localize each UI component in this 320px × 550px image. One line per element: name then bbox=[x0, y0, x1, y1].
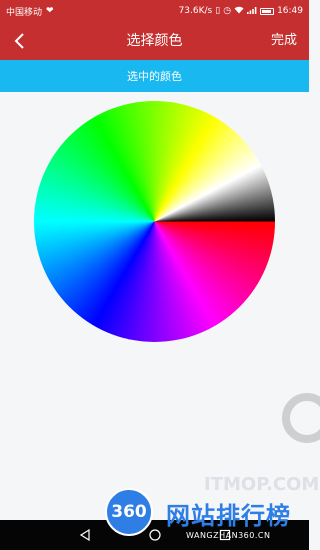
network-speed: 73.6K/s bbox=[178, 6, 213, 16]
slider-handle[interactable] bbox=[282, 393, 320, 443]
page-title: 选择颜色 bbox=[126, 33, 183, 49]
signal-icon bbox=[247, 6, 257, 17]
wifi-icon bbox=[234, 6, 244, 17]
carrier-label: 中国移动 bbox=[6, 7, 43, 18]
done-button[interactable]: 完成 bbox=[271, 22, 297, 60]
status-right: 73.6K/s ▯ ◷ 16:49 bbox=[179, 6, 303, 17]
back-button[interactable] bbox=[4, 25, 34, 57]
circle-home-icon bbox=[148, 529, 161, 541]
nav-home-button[interactable] bbox=[145, 525, 165, 545]
battery-icon bbox=[260, 7, 275, 15]
chevron-left-icon bbox=[14, 33, 24, 49]
alarm-icon: ◷ bbox=[223, 5, 232, 16]
status-left: 中国移动 ❤ bbox=[6, 5, 54, 18]
watermark-360-logo: 360 bbox=[105, 488, 153, 536]
selected-color-bar: 选中的颜色 bbox=[0, 60, 309, 92]
color-wheel-disc[interactable] bbox=[34, 101, 275, 342]
vibrate-icon: ▯ bbox=[215, 5, 221, 16]
triangle-back-icon bbox=[79, 529, 90, 541]
watermark-faint-text: ITMOP.COM bbox=[204, 474, 320, 495]
title-bar: 选择颜色 完成 bbox=[0, 22, 309, 60]
watermark-text: 网站排行榜 bbox=[166, 502, 291, 530]
heart-icon: ❤ bbox=[46, 5, 54, 16]
clock: 16:49 bbox=[277, 6, 303, 16]
nav-back-button[interactable] bbox=[75, 525, 95, 545]
status-bar: 中国移动 ❤ 73.6K/s ▯ ◷ 16:49 bbox=[0, 0, 309, 22]
watermark-subtext: WANGZHAN360.CN bbox=[186, 531, 271, 540]
color-wheel[interactable] bbox=[34, 101, 275, 342]
selected-color-label: 选中的颜色 bbox=[127, 70, 182, 83]
